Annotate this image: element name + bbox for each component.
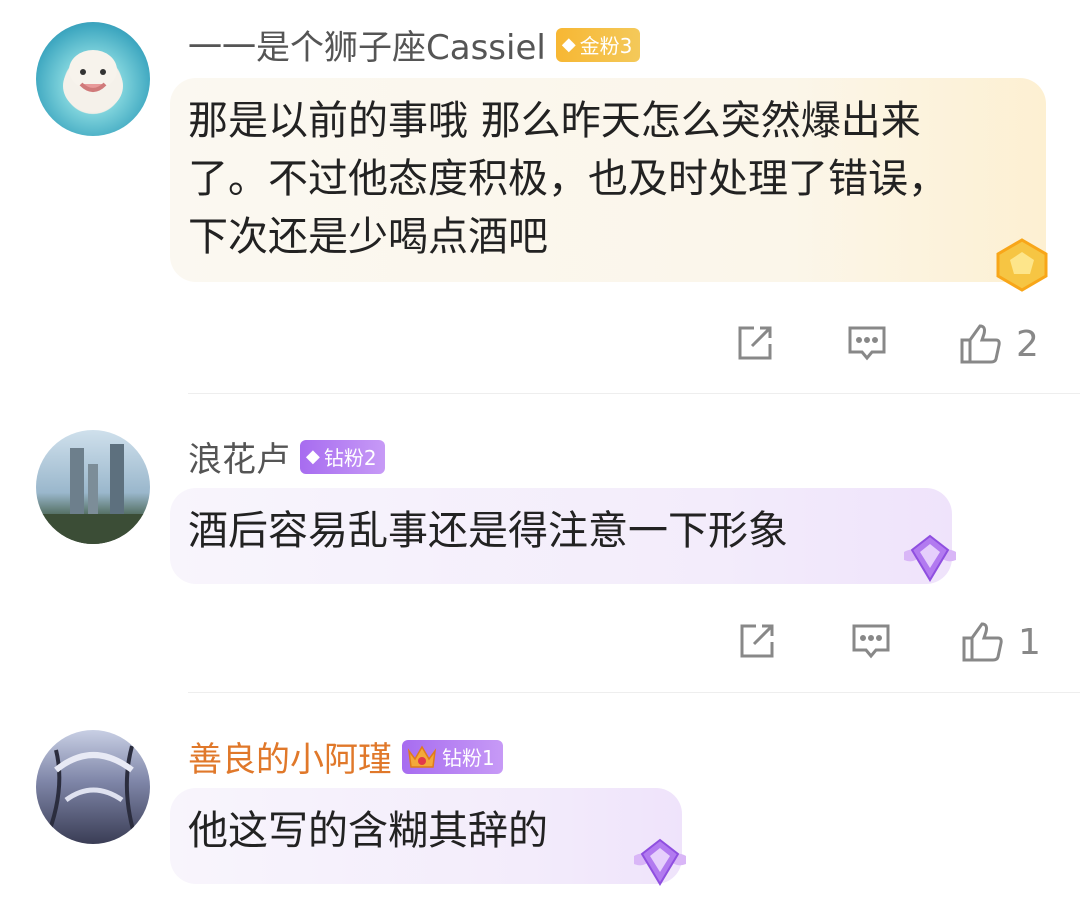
fan-badge[interactable]: ◆ 金粉3 [555, 27, 641, 62]
comment-text: 他这写的含糊其辞的 [188, 808, 548, 854]
comment-bubble: 那是以前的事哦 那么昨天怎么突然爆出来了。不过他态度积极，也及时处理了错误，下次… [170, 78, 1046, 282]
username-text[interactable]: 一一是个狮子座Cassiel [188, 20, 546, 69]
username-text[interactable]: 浪花卢 [188, 432, 290, 481]
like-button[interactable]: 2 [958, 322, 1039, 366]
badge-label: 钻粉1 [442, 746, 495, 770]
divider [188, 692, 1080, 693]
share-button[interactable] [734, 322, 776, 364]
avatar[interactable] [36, 22, 150, 136]
diamond-icon: ◆ [306, 446, 320, 467]
comment-text: 那是以前的事哦 那么昨天怎么突然爆出来了。不过他态度积极，也及时处理了错误，下次… [188, 98, 948, 260]
fan-badge[interactable]: 钻粉1 [402, 739, 503, 774]
reply-button[interactable] [846, 322, 888, 364]
like-button[interactable]: 1 [960, 620, 1041, 664]
like-count: 2 [1016, 323, 1039, 365]
username-text[interactable]: 善良的小阿瑾 [188, 732, 392, 781]
avatar[interactable] [36, 730, 150, 844]
share-icon [738, 326, 772, 360]
diamond-icon: ◆ [561, 34, 576, 55]
comment-actions: 2 [0, 322, 1080, 372]
badge-label: 金粉3 [579, 34, 633, 58]
comment-bubble: 他这写的含糊其辞的 [170, 788, 682, 884]
diamond-medal-icon [904, 534, 956, 582]
like-icon [960, 324, 1001, 364]
username[interactable]: 善良的小阿瑾 钻粉1 [188, 732, 503, 781]
like-count: 1 [1018, 621, 1041, 663]
username[interactable]: 浪花卢 ◆ 钻粉2 [188, 432, 385, 481]
reply-icon [852, 624, 890, 659]
fan-badge[interactable]: ◆ 钻粉2 [300, 439, 385, 474]
reply-icon [848, 326, 886, 361]
badge-label: 钻粉2 [323, 446, 377, 470]
diamond-medal-icon [634, 838, 686, 886]
crown-icon [406, 741, 438, 773]
comment-text: 酒后容易乱事还是得注意一下形象 [188, 508, 788, 554]
divider [188, 393, 1080, 394]
share-button[interactable] [736, 620, 778, 662]
share-icon [740, 624, 774, 658]
username[interactable]: 一一是个狮子座Cassiel ◆ 金粉3 [188, 20, 641, 69]
avatar[interactable] [36, 430, 150, 544]
like-icon [962, 622, 1003, 662]
comment-actions: 1 [0, 620, 1080, 670]
comment-bubble: 酒后容易乱事还是得注意一下形象 [170, 488, 952, 584]
reply-button[interactable] [850, 620, 892, 662]
gold-medal-icon [996, 238, 1048, 292]
